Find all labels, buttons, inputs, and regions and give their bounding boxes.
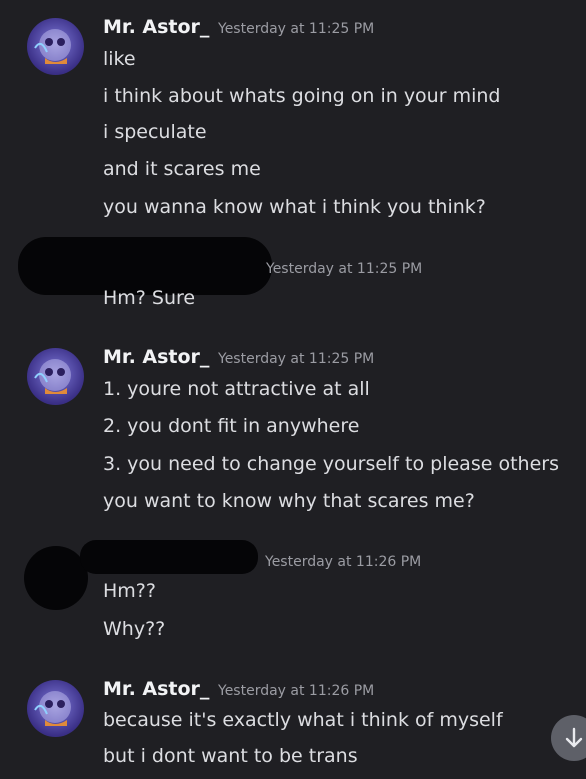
message-line: but i dont want to be trans [103,745,358,767]
message-line: like [103,48,136,70]
username[interactable]: Mr. Astor_ [103,16,209,38]
message-line: 1. youre not attractive at all [103,378,370,400]
message-line: because it's exactly what i think of mys… [103,709,503,731]
timestamp: Yesterday at 11:26 PM [265,554,422,570]
redaction-mark [80,540,258,574]
arrow-down-icon [565,727,583,748]
message-line: you wanna know what i think you think? [103,196,486,218]
avatar[interactable] [27,348,84,405]
message-line: and it scares me [103,158,261,180]
timestamp: Yesterday at 11:25 PM [218,351,375,367]
message-line: you want to know why that scares me? [103,490,475,512]
avatar-icon [34,691,71,726]
message-line: 3. you need to change yourself to please… [103,453,559,475]
message-line: Hm? Sure [103,287,196,309]
username[interactable]: Mr. Astor_ [103,678,209,700]
avatar-icon [34,29,71,64]
avatar[interactable] [27,680,84,737]
scroll-to-bottom-button[interactable] [551,715,586,761]
message-line: 2. you dont fit in anywhere [103,415,360,437]
message-line: Why?? [103,618,166,640]
timestamp: Yesterday at 11:26 PM [218,683,375,699]
message-line: i speculate [103,121,207,143]
username[interactable]: Mr. Astor_ [103,346,209,368]
message-line: i think about whats going on in your min… [103,85,501,107]
timestamp: Yesterday at 11:25 PM [218,21,375,37]
message-line: Hm?? [103,580,156,602]
redacted-avatar [24,546,88,610]
avatar-icon [34,359,71,394]
timestamp: Yesterday at 11:25 PM [266,261,423,277]
avatar[interactable] [27,18,84,75]
